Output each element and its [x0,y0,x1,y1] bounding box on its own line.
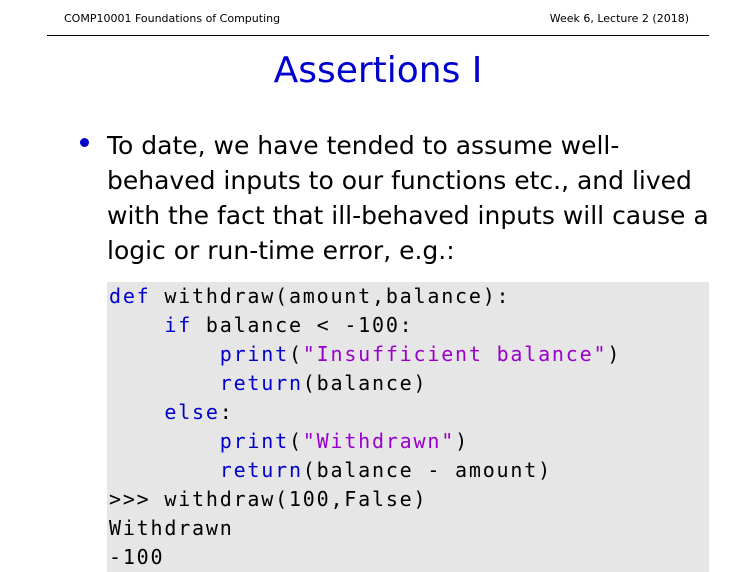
header-course: COMP10001 Foundations of Computing [64,12,281,25]
code-line: def withdraw(amount,balance): [109,282,709,311]
code-line: if balance < -100: [109,311,709,340]
bullet-text: To date, we have tended to assume well-b… [107,131,709,265]
code-text: ) [455,429,469,453]
code-listing: def withdraw(amount,balance): if balance… [107,282,709,572]
code-block: def withdraw(amount,balance): if balance… [107,282,709,572]
code-line: >>> withdraw(100,False) [109,487,428,511]
code-string: "Insufficient balance" [302,342,608,366]
code-text: ) [607,342,622,366]
code-text: (balance) [302,371,428,395]
code-text: balance < -100: [192,313,414,337]
code-text: : [219,400,234,424]
code-line: print("Withdrawn") [109,427,709,456]
code-keyword: print [219,342,289,366]
code-text: ( [288,429,303,453]
header-divider [47,35,709,36]
slide-title: Assertions I [273,50,483,91]
code-line: else: [109,398,709,427]
code-keyword: return [219,371,303,395]
code-keyword: def [109,284,151,308]
code-string: "Withdrawn" [302,429,456,453]
code-line: -100 [109,545,165,569]
code-text: (balance - amount) [302,458,552,482]
code-line: Withdrawn [109,516,234,540]
code-keyword: return [219,458,303,482]
code-line: print("Insufficient balance") [109,340,709,369]
code-keyword: if [164,313,193,337]
code-keyword: else [164,400,220,424]
code-line: return(balance) [109,369,709,398]
header-lecture: Week 6, Lecture 2 (2018) [549,12,689,25]
code-text: withdraw(amount,balance): [150,284,511,308]
code-line: return(balance - amount) [109,456,709,485]
bullet-icon [80,138,89,147]
code-keyword: print [219,429,289,453]
code-text: ( [288,342,303,366]
